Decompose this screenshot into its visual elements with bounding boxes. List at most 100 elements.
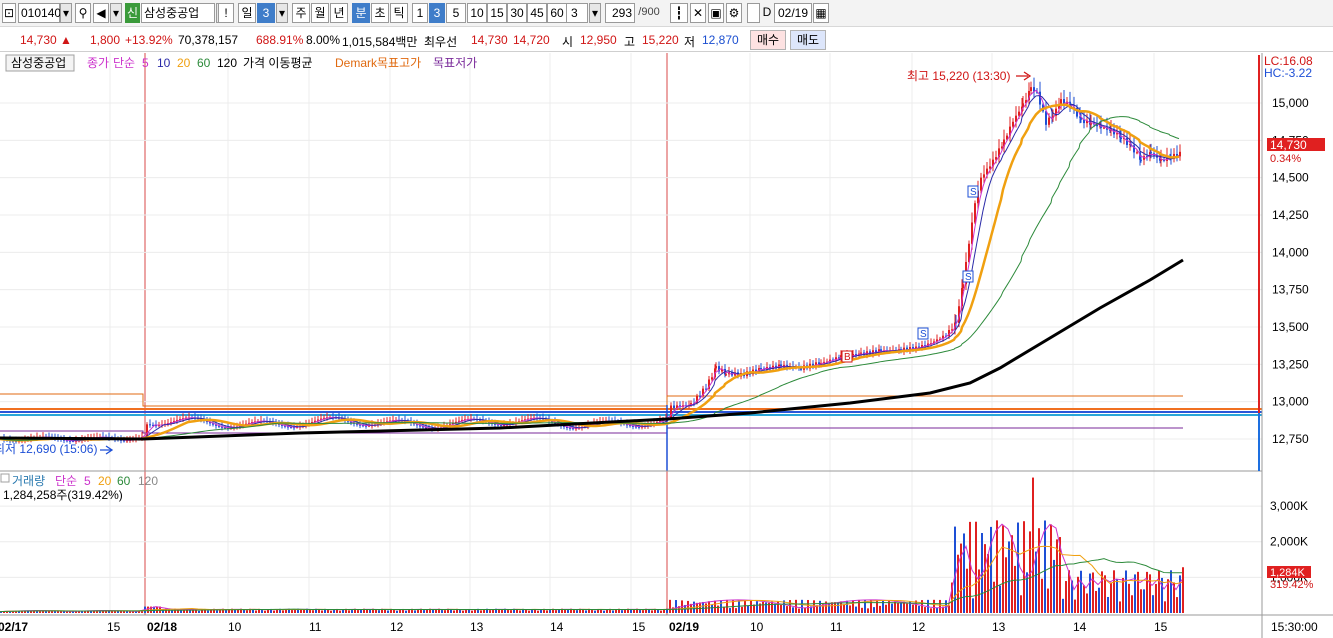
time-axis-label: 02/17	[0, 620, 28, 634]
current-price-pct: 0.34%	[1270, 153, 1301, 165]
time-axis-label: 14	[1073, 620, 1087, 634]
volume-bar	[1041, 578, 1043, 613]
volume-bar	[489, 610, 491, 613]
volume-bar	[567, 609, 569, 613]
volume-bar	[1023, 521, 1025, 613]
volume-bar	[765, 602, 767, 613]
volume-bar	[987, 554, 989, 613]
period-second[interactable]: 초	[371, 3, 389, 23]
price-volume-chart[interactable]: 삼성중공업 종가 단순 5 10 20 60 120 가격 이동평균 Demar…	[0, 53, 1333, 638]
candle-body	[974, 203, 976, 223]
volume-bar	[528, 610, 530, 613]
volume-bar	[378, 610, 380, 613]
volume-bar	[537, 610, 539, 613]
volume-bar	[741, 606, 743, 613]
volume-bar	[849, 605, 851, 613]
stock-code-input[interactable]: 010140	[18, 3, 61, 23]
count-total: /900	[638, 6, 660, 18]
volume-bar	[1086, 593, 1088, 613]
alert-button[interactable]: !	[218, 3, 234, 23]
candle-type-icon[interactable]: ┇	[670, 3, 688, 23]
time-axis-label: 14	[550, 620, 564, 634]
price-axis-label: 13,750	[1272, 283, 1309, 297]
interval-45[interactable]: 45	[527, 3, 547, 23]
legend-ma20: 20	[177, 56, 191, 70]
period-year[interactable]: 년	[330, 3, 348, 23]
legend-ma-label: 가격 이동평균	[243, 56, 313, 70]
candle-body	[962, 284, 964, 289]
interval-15[interactable]: 15	[487, 3, 507, 23]
period-week[interactable]: 주	[292, 3, 310, 23]
candle-body	[1150, 152, 1152, 154]
current-price-tag-text: 14,730	[1270, 138, 1307, 152]
volume-bar	[918, 605, 920, 613]
period-month[interactable]: 월	[311, 3, 329, 23]
count-input[interactable]: 293	[605, 3, 635, 23]
volume-bar	[294, 609, 296, 613]
volume-bar	[1110, 582, 1112, 613]
volume-bar	[207, 610, 209, 613]
volume-bar	[804, 607, 806, 613]
time-axis-label: 15	[107, 620, 121, 634]
interval-30[interactable]: 30	[507, 3, 527, 23]
price-axis-label: 15,000	[1272, 96, 1309, 110]
volume-bar	[1131, 595, 1133, 613]
time-axis-label: 10	[750, 620, 764, 634]
stock-name-field[interactable]: 삼성중공업	[141, 3, 215, 23]
date-input[interactable]: 02/19	[774, 3, 812, 23]
volume-bar	[837, 603, 839, 613]
gear-icon[interactable]: ⚙	[726, 3, 742, 23]
volume-bar	[1002, 525, 1004, 613]
period-day[interactable]: 일	[238, 3, 256, 23]
volume-bar	[720, 600, 722, 613]
sell-button[interactable]: 매도	[790, 30, 826, 50]
speaker-icon[interactable]: ◀	[93, 3, 109, 23]
volume-bar	[921, 600, 923, 613]
volume-bar	[1050, 524, 1052, 613]
candle-body	[989, 166, 991, 169]
interval-60[interactable]: 60	[547, 3, 567, 23]
open-label: 시	[562, 35, 574, 49]
calendar-icon[interactable]: ▦	[813, 3, 829, 23]
date-checkbox[interactable]	[747, 3, 760, 23]
volume-bar	[966, 568, 968, 613]
volume-bar	[729, 608, 731, 613]
volume-bar	[651, 610, 653, 613]
candle-body	[699, 395, 701, 397]
period-tick[interactable]: 틱	[390, 3, 408, 23]
interval-dropdown-icon[interactable]: ▾	[589, 3, 601, 23]
time-axis-label: 15	[632, 620, 646, 634]
volume-bar	[789, 600, 791, 613]
period-minute[interactable]: 분	[352, 3, 370, 23]
volume-bar	[990, 526, 992, 613]
time-axis-label: 02/18	[147, 620, 177, 634]
price-axis-label: 12,750	[1272, 432, 1309, 446]
save-icon[interactable]: ▣	[708, 3, 724, 23]
candle-body	[1136, 152, 1138, 154]
volume-bar	[348, 610, 350, 613]
interval-input[interactable]: 3	[566, 3, 588, 23]
volume-bar	[555, 610, 557, 613]
interval-5[interactable]: 5	[446, 3, 466, 23]
day-count-dropdown-icon[interactable]: ▾	[276, 3, 288, 23]
volume-bar	[1116, 579, 1118, 613]
time-axis-label: 15	[1154, 620, 1168, 634]
interval-3[interactable]: 3	[429, 3, 445, 23]
volume-bar	[819, 600, 821, 613]
buy-button[interactable]: 매수	[750, 30, 786, 50]
time-axis-label: 13	[992, 620, 1006, 634]
speaker-dropdown-icon[interactable]: ▾	[110, 3, 122, 23]
best-ask: 14,730	[471, 33, 508, 47]
search-icon[interactable]: ⚲	[75, 3, 91, 23]
candle-body	[860, 352, 862, 354]
candle-body	[1018, 111, 1020, 116]
code-dropdown-icon[interactable]: ▾	[60, 3, 72, 23]
window-icon[interactable]: ⊡	[2, 3, 16, 23]
interval-10[interactable]: 10	[467, 3, 487, 23]
volume-bar	[507, 609, 509, 613]
interval-1[interactable]: 1	[412, 3, 428, 23]
volume-bar	[735, 608, 737, 613]
period-day-count[interactable]: 3	[257, 3, 275, 23]
crosshair-icon[interactable]: ✕	[690, 3, 706, 23]
volume-bar	[660, 610, 662, 613]
